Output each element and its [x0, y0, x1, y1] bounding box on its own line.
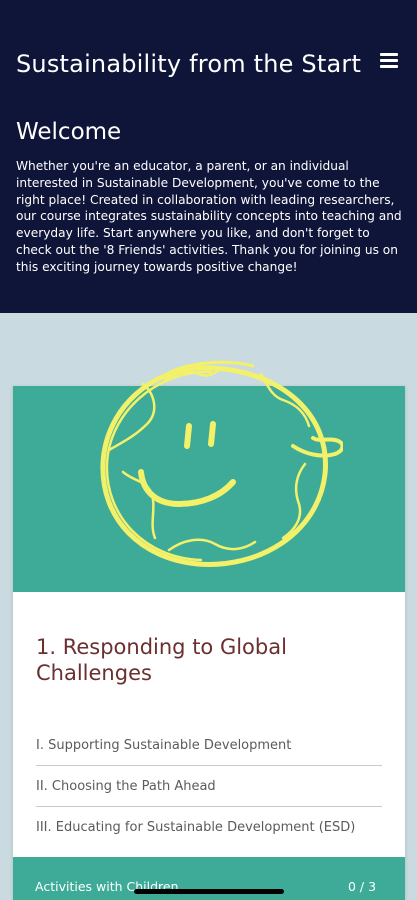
smiling-globe-icon: [100, 360, 343, 567]
welcome-header: Sustainability from the Start Welcome Wh…: [0, 0, 417, 313]
welcome-text: Whether you're an educator, a parent, or…: [16, 159, 402, 274]
lesson-list: I. Supporting Sustainable Development II…: [36, 725, 382, 848]
welcome-title: Welcome: [16, 119, 122, 145]
module-card[interactable]: 1. Responding to Global Challenges I. Su…: [13, 360, 405, 900]
lesson-item-1[interactable]: I. Supporting Sustainable Development: [36, 725, 382, 766]
hamburger-menu-icon[interactable]: [378, 53, 400, 73]
home-indicator: [134, 889, 284, 894]
activities-progress: 0 / 3: [348, 879, 377, 894]
module-title: 1. Responding to Global Challenges: [36, 635, 287, 685]
app-title: Sustainability from the Start: [16, 50, 362, 78]
lesson-item-2[interactable]: II. Choosing the Path Ahead: [36, 766, 382, 807]
lesson-item-3[interactable]: III. Educating for Sustainable Developme…: [36, 807, 382, 848]
